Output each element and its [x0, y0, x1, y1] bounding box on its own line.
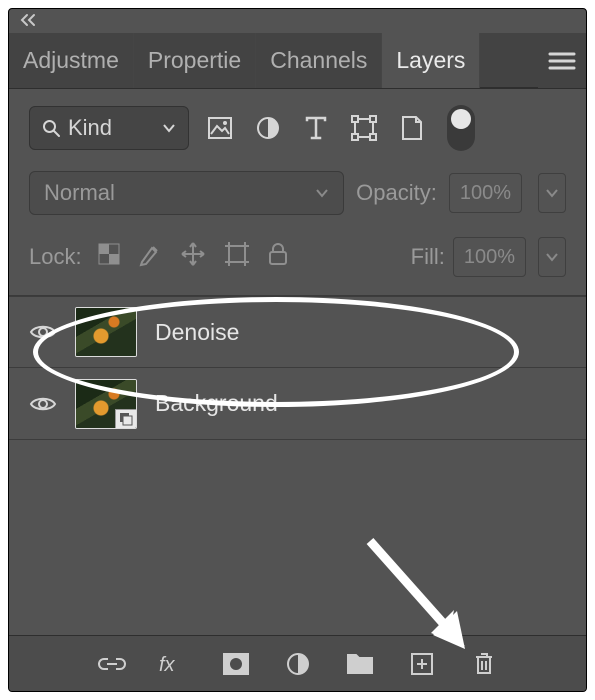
image-filter-icon[interactable]: [203, 111, 237, 145]
layer-effects-icon[interactable]: fx: [158, 648, 190, 680]
lock-artboard-icon[interactable]: [224, 241, 250, 273]
smartobject-filter-icon[interactable]: [395, 111, 429, 145]
fill-stepper[interactable]: [538, 237, 566, 277]
link-layers-icon[interactable]: [96, 648, 128, 680]
layer-filter-row: Kind: [9, 89, 586, 161]
svg-text:fx: fx: [159, 654, 176, 676]
shape-filter-icon[interactable]: [347, 111, 381, 145]
lock-pixels-icon[interactable]: [138, 242, 162, 272]
blend-mode-select[interactable]: Normal: [29, 171, 344, 215]
panel-collapse-button[interactable]: [9, 9, 586, 33]
lock-transparency-icon[interactable]: [98, 243, 120, 271]
visibility-toggle[interactable]: [29, 395, 57, 413]
layer-name[interactable]: Background: [155, 390, 278, 417]
chevron-down-icon: [546, 189, 558, 197]
chevron-down-icon: [315, 188, 329, 198]
delete-layer-icon[interactable]: [468, 648, 500, 680]
blend-mode-value: Normal: [44, 180, 115, 206]
hamburger-icon: [549, 52, 575, 70]
filter-type-select[interactable]: Kind: [29, 106, 189, 150]
new-layer-icon[interactable]: [406, 648, 438, 680]
layer-mask-icon[interactable]: [220, 648, 252, 680]
layers-bottom-bar: fx: [9, 635, 586, 691]
visibility-toggle[interactable]: [29, 323, 57, 341]
fill-label: Fill:: [411, 244, 445, 270]
adjustment-layer-icon[interactable]: [282, 648, 314, 680]
filter-toggle[interactable]: [447, 105, 475, 151]
chevron-down-icon: [546, 253, 558, 261]
eye-icon: [30, 323, 56, 341]
blend-mode-row: Normal Opacity: 100%: [9, 161, 586, 223]
filter-type-label: Kind: [68, 115, 112, 141]
eye-icon: [30, 395, 56, 413]
layer-name[interactable]: Denoise: [155, 319, 239, 346]
panel-menu-button[interactable]: [538, 33, 586, 88]
tab-properties[interactable]: Propertie: [134, 33, 256, 88]
panel-tab-bar: Adjustme Propertie Channels Layers: [9, 33, 586, 89]
tab-layers[interactable]: Layers: [382, 33, 480, 88]
lock-row: Lock: Fill: 100%: [9, 223, 586, 295]
opacity-input[interactable]: 100%: [449, 173, 522, 213]
search-icon: [42, 119, 60, 137]
layer-thumbnail[interactable]: [75, 379, 137, 429]
type-filter-icon[interactable]: [299, 111, 333, 145]
layer-row[interactable]: Denoise: [9, 296, 586, 368]
smart-object-badge-icon: [115, 409, 137, 429]
group-icon[interactable]: [344, 648, 376, 680]
chevron-down-icon: [162, 123, 176, 133]
layer-row[interactable]: Background: [9, 368, 586, 440]
opacity-label: Opacity:: [356, 180, 437, 206]
lock-label: Lock:: [29, 244, 82, 270]
lock-position-icon[interactable]: [180, 241, 206, 273]
layer-thumbnail[interactable]: [75, 307, 137, 357]
opacity-stepper[interactable]: [538, 173, 566, 213]
adjustment-filter-icon[interactable]: [251, 111, 285, 145]
tab-channels[interactable]: Channels: [256, 33, 382, 88]
layers-list: Denoise Background: [9, 295, 586, 440]
tab-adjustments[interactable]: Adjustme: [9, 33, 134, 88]
fill-input[interactable]: 100%: [453, 237, 526, 277]
layers-panel: Adjustme Propertie Channels Layers Kind: [8, 8, 587, 692]
lock-all-icon[interactable]: [268, 242, 288, 272]
